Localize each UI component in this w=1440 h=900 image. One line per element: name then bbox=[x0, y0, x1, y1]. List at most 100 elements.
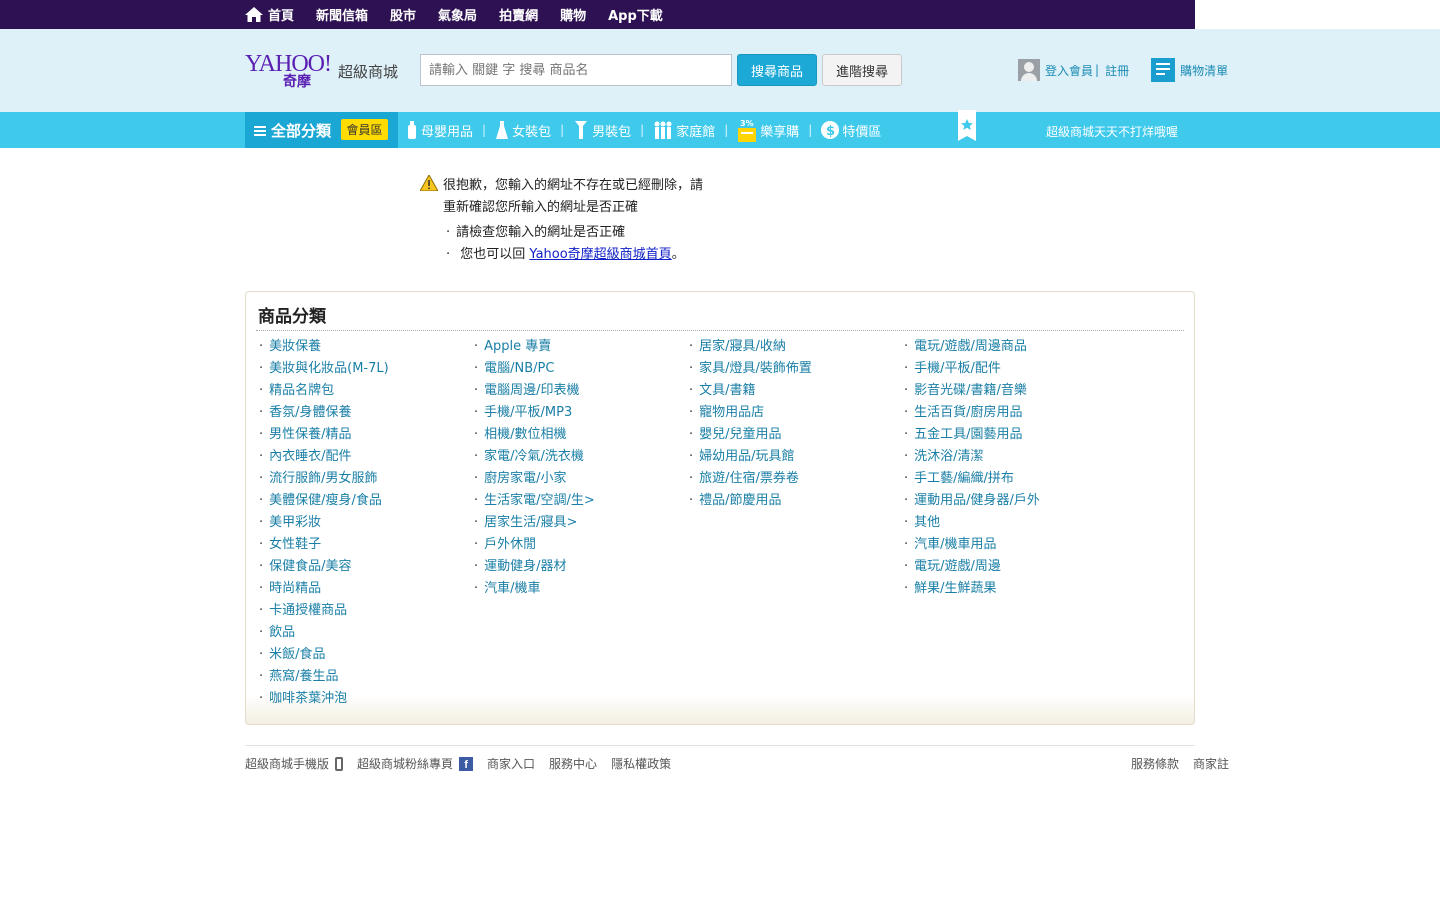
register-link[interactable]: 註冊 bbox=[1105, 62, 1129, 79]
user-area: 登入會員 | 註冊 購物清單 bbox=[1018, 57, 1228, 83]
directory-category-link[interactable]: 生活百貨/廚房用品 bbox=[914, 405, 1022, 420]
directory-category-link[interactable]: 汽車/機車 bbox=[484, 581, 540, 596]
cat-mother-baby[interactable]: 母嬰用品 bbox=[406, 121, 473, 140]
topnav-auction[interactable]: 拍賣網 bbox=[499, 5, 538, 24]
directory-item: 婦幼用品/玩具館 bbox=[689, 446, 812, 468]
directory-category-link[interactable]: 手工藝/編織/拼布 bbox=[914, 471, 1014, 486]
directory-category-link[interactable]: 運動健身/器材 bbox=[484, 559, 566, 574]
directory-category-link[interactable]: 電玩/遊戲/周邊商品 bbox=[914, 339, 1027, 354]
directory-category-link[interactable]: 咖啡茶葉沖泡 bbox=[269, 691, 347, 706]
directory-category-link[interactable]: 其他 bbox=[914, 515, 940, 530]
directory-category-link[interactable]: 電玩/遊戲/周邊 bbox=[914, 559, 1001, 574]
topnav-shopping[interactable]: 購物 bbox=[560, 5, 586, 24]
directory-category-link[interactable]: 影音光碟/書籍/音樂 bbox=[914, 383, 1027, 398]
directory-category-link[interactable]: 家電/冷氣/洗衣機 bbox=[484, 449, 584, 464]
footer-service-link[interactable]: 服務中心 bbox=[549, 755, 597, 772]
footer-merchant-link[interactable]: 商家入口 bbox=[487, 755, 535, 772]
directory-category-link[interactable]: 女性鞋子 bbox=[269, 537, 321, 552]
logo-sub-text: 奇摩 bbox=[283, 74, 311, 90]
cat-enjoy[interactable]: 3% 樂享購 bbox=[737, 118, 799, 142]
footer-merchant-register-link[interactable]: 商家註 bbox=[1193, 755, 1229, 772]
directory-category-link[interactable]: 運動用品/健身器/戶外 bbox=[914, 493, 1040, 508]
cat-sale-label: 特價區 bbox=[842, 124, 882, 140]
logo-mall-text: 超級商城 bbox=[338, 63, 399, 81]
directory-category-link[interactable]: 燕窩/養生品 bbox=[269, 669, 338, 684]
directory-category-link[interactable]: 精品名牌包 bbox=[269, 383, 334, 398]
footer-fanpage-link[interactable]: 超級商城粉絲專頁 f bbox=[357, 755, 474, 772]
directory-category-link[interactable]: 鮮果/生鮮蔬果 bbox=[914, 581, 996, 596]
directory-category-link[interactable]: 寵物用品店 bbox=[699, 405, 764, 420]
directory-category-link[interactable]: 米飯/食品 bbox=[269, 647, 325, 662]
advanced-search-button[interactable]: 進階搜尋 bbox=[822, 54, 902, 86]
topnav-app[interactable]: App下載 bbox=[608, 5, 663, 24]
directory-category-link[interactable]: 美妝與化妝品(M-7L) bbox=[269, 361, 389, 376]
shopping-list-icon[interactable] bbox=[1151, 58, 1176, 82]
directory-category-link[interactable]: 居家生活/寢具> bbox=[484, 515, 577, 530]
bookmark-star-icon[interactable] bbox=[958, 110, 976, 141]
footer-divider bbox=[245, 745, 1195, 746]
directory-category-link[interactable]: 保健食品/美容 bbox=[269, 559, 351, 574]
cat-family[interactable]: 家庭館 bbox=[653, 121, 715, 140]
directory-category-link[interactable]: 飲品 bbox=[269, 625, 295, 640]
topnav-stock[interactable]: 股市 bbox=[390, 5, 416, 24]
directory-category-link[interactable]: 電腦/NB/PC bbox=[484, 361, 554, 376]
directory-category-link[interactable]: 居家/寢具/收納 bbox=[699, 339, 786, 354]
footer-mobile-link[interactable]: 超級商城手機版 bbox=[245, 755, 344, 772]
directory-category-link[interactable]: 文具/書籍 bbox=[699, 383, 755, 398]
directory-category-link[interactable]: 洗沐浴/清潔 bbox=[914, 449, 983, 464]
directory-category-link[interactable]: 卡通授權商品 bbox=[269, 603, 347, 618]
directory-category-link[interactable]: 家具/燈具/裝飾佈置 bbox=[699, 361, 812, 376]
promo-text[interactable]: 超級商城天天不打烊哦喔 bbox=[1046, 123, 1178, 140]
directory-category-link[interactable]: 香氛/身體保養 bbox=[269, 405, 351, 420]
directory-category-link[interactable]: 嬰兒/兒童用品 bbox=[699, 427, 781, 442]
directory-category-link[interactable]: 美妝保養 bbox=[269, 339, 321, 354]
cat-men[interactable]: 男裝包 bbox=[573, 121, 631, 140]
footer-privacy-link[interactable]: 隱私權政策 bbox=[611, 755, 671, 772]
directory-category-link[interactable]: 婦幼用品/玩具館 bbox=[699, 449, 794, 464]
cat-women[interactable]: 女裝包 bbox=[495, 121, 551, 140]
cat-sale[interactable]: $ 特價區 bbox=[821, 121, 881, 140]
directory-category-link[interactable]: 五金工具/園藝用品 bbox=[914, 427, 1022, 442]
dress-icon bbox=[496, 121, 509, 139]
directory-category-link[interactable]: 旅遊/住宿/票券卷 bbox=[699, 471, 799, 486]
topnav-weather[interactable]: 氣象局 bbox=[438, 5, 477, 24]
suggestion-home-prefix: 您也可以回 bbox=[460, 247, 530, 262]
directory-category-link[interactable]: 戶外休閒 bbox=[484, 537, 536, 552]
topnav-home[interactable]: 首頁 bbox=[245, 5, 294, 24]
directory-category-link[interactable]: 電腦周邊/印表機 bbox=[484, 383, 579, 398]
error-suggestions: 請檢查您輸入的網址是否正確 您也可以回 Yahoo奇摩超級商城首頁。 bbox=[446, 222, 746, 266]
directory-item: 燕窩/養生品 bbox=[259, 666, 389, 688]
member-zone-button[interactable]: 會員區 bbox=[341, 119, 388, 140]
directory-item: 汽車/機車用品 bbox=[904, 534, 1040, 556]
search-input[interactable] bbox=[420, 54, 732, 86]
login-link[interactable]: 登入會員 bbox=[1045, 62, 1093, 79]
topnav-mail[interactable]: 新聞信箱 bbox=[316, 5, 368, 24]
directory-item: 電腦周邊/印表機 bbox=[474, 380, 595, 402]
search-button[interactable]: 搜尋商品 bbox=[737, 54, 817, 86]
all-categories-menu[interactable]: 全部分類 會員區 bbox=[245, 112, 398, 148]
directory-category-link[interactable]: 手機/平板/MP3 bbox=[484, 405, 572, 420]
directory-category-link[interactable]: 流行服飾/男女服飾 bbox=[269, 471, 377, 486]
directory-category-link[interactable]: 美甲彩妝 bbox=[269, 515, 321, 530]
directory-item: 旅遊/住宿/票券卷 bbox=[689, 468, 812, 490]
directory-category-link[interactable]: 廚房家電/小家 bbox=[484, 471, 566, 486]
directory-category-link[interactable]: 相機/數位相機 bbox=[484, 427, 566, 442]
cat-separator: | bbox=[482, 123, 487, 137]
directory-item: 家電/冷氣/洗衣機 bbox=[474, 446, 595, 468]
directory-category-link[interactable]: 手機/平板/配件 bbox=[914, 361, 1001, 376]
directory-category-link[interactable]: 美體保健/瘦身/食品 bbox=[269, 493, 382, 508]
directory-category-link[interactable]: 生活家電/空調/生> bbox=[484, 493, 595, 508]
directory-category-link[interactable]: 內衣睡衣/配件 bbox=[269, 449, 351, 464]
site-logo[interactable]: YAHOO! 奇摩 超級商城 bbox=[245, 51, 405, 93]
cat-family-label: 家庭館 bbox=[676, 124, 716, 140]
directory-category-link[interactable]: Apple 專賣 bbox=[484, 339, 551, 354]
tie-icon bbox=[575, 121, 588, 139]
footer-terms-link[interactable]: 服務條款 bbox=[1131, 755, 1179, 772]
cashback-3percent-icon: 3% bbox=[738, 119, 757, 142]
directory-category-link[interactable]: 汽車/機車用品 bbox=[914, 537, 996, 552]
directory-category-link[interactable]: 禮品/節慶用品 bbox=[699, 493, 781, 508]
directory-category-link[interactable]: 男性保養/精品 bbox=[269, 427, 351, 442]
directory-category-link[interactable]: 時尚精品 bbox=[269, 581, 321, 596]
shopping-list-link[interactable]: 購物清單 bbox=[1180, 62, 1228, 79]
mall-home-link[interactable]: Yahoo奇摩超級商城首頁 bbox=[529, 247, 671, 262]
